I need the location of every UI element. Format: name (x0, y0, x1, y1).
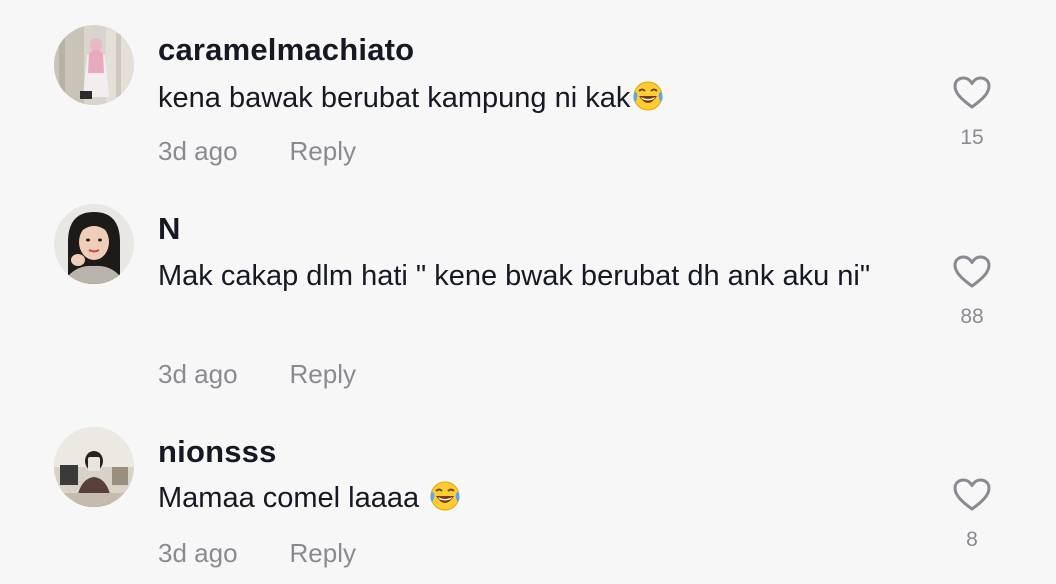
avatar[interactable] (54, 25, 134, 105)
comment-text-content: kena bawak berubat kampung ni kak (158, 82, 631, 114)
avatar-photo (54, 204, 134, 284)
comment-username[interactable]: nionsss (158, 434, 277, 470)
comment-username[interactable]: N (158, 211, 181, 247)
comment-list: caramelmachiato kena bawak berubat kampu… (0, 0, 1056, 584)
heart-icon[interactable] (953, 255, 991, 289)
like-control: 15 (946, 76, 998, 150)
avatar[interactable] (54, 427, 134, 507)
comment-timestamp: 3d ago (158, 538, 238, 568)
comment-text-content: Mak cakap dlm hati " kene bwak berubat d… (158, 260, 871, 292)
comment-timestamp: 3d ago (158, 359, 238, 389)
like-control: 8 (946, 478, 998, 552)
comment-meta: 3d ago Reply (158, 136, 356, 167)
heart-icon[interactable] (953, 76, 991, 110)
comment-text: Mak cakap dlm hati " kene bwak berubat d… (158, 254, 918, 298)
comment-username[interactable]: caramelmachiato (158, 32, 414, 68)
like-count: 15 (960, 126, 984, 149)
comment-meta: 3d ago Reply (158, 538, 356, 569)
like-control: 88 (946, 255, 998, 329)
comment-text: Mamaa comel laaaa (158, 476, 918, 525)
avatar[interactable] (54, 204, 134, 284)
reply-button[interactable]: Reply (290, 538, 356, 568)
avatar-photo (54, 25, 134, 105)
comment-text: kena bawak berubat kampung ni kak (158, 76, 918, 125)
like-count: 8 (966, 528, 978, 551)
laughing-emoji-icon (632, 80, 664, 125)
avatar-photo (54, 427, 134, 507)
comment-meta: 3d ago Reply (158, 359, 356, 390)
heart-icon[interactable] (953, 478, 991, 512)
comment-timestamp: 3d ago (158, 136, 238, 166)
reply-button[interactable]: Reply (290, 359, 356, 389)
reply-button[interactable]: Reply (290, 136, 356, 166)
laughing-emoji-icon (429, 480, 461, 525)
comment-text-content: Mamaa comel laaaa (158, 482, 428, 514)
like-count: 88 (960, 305, 984, 328)
